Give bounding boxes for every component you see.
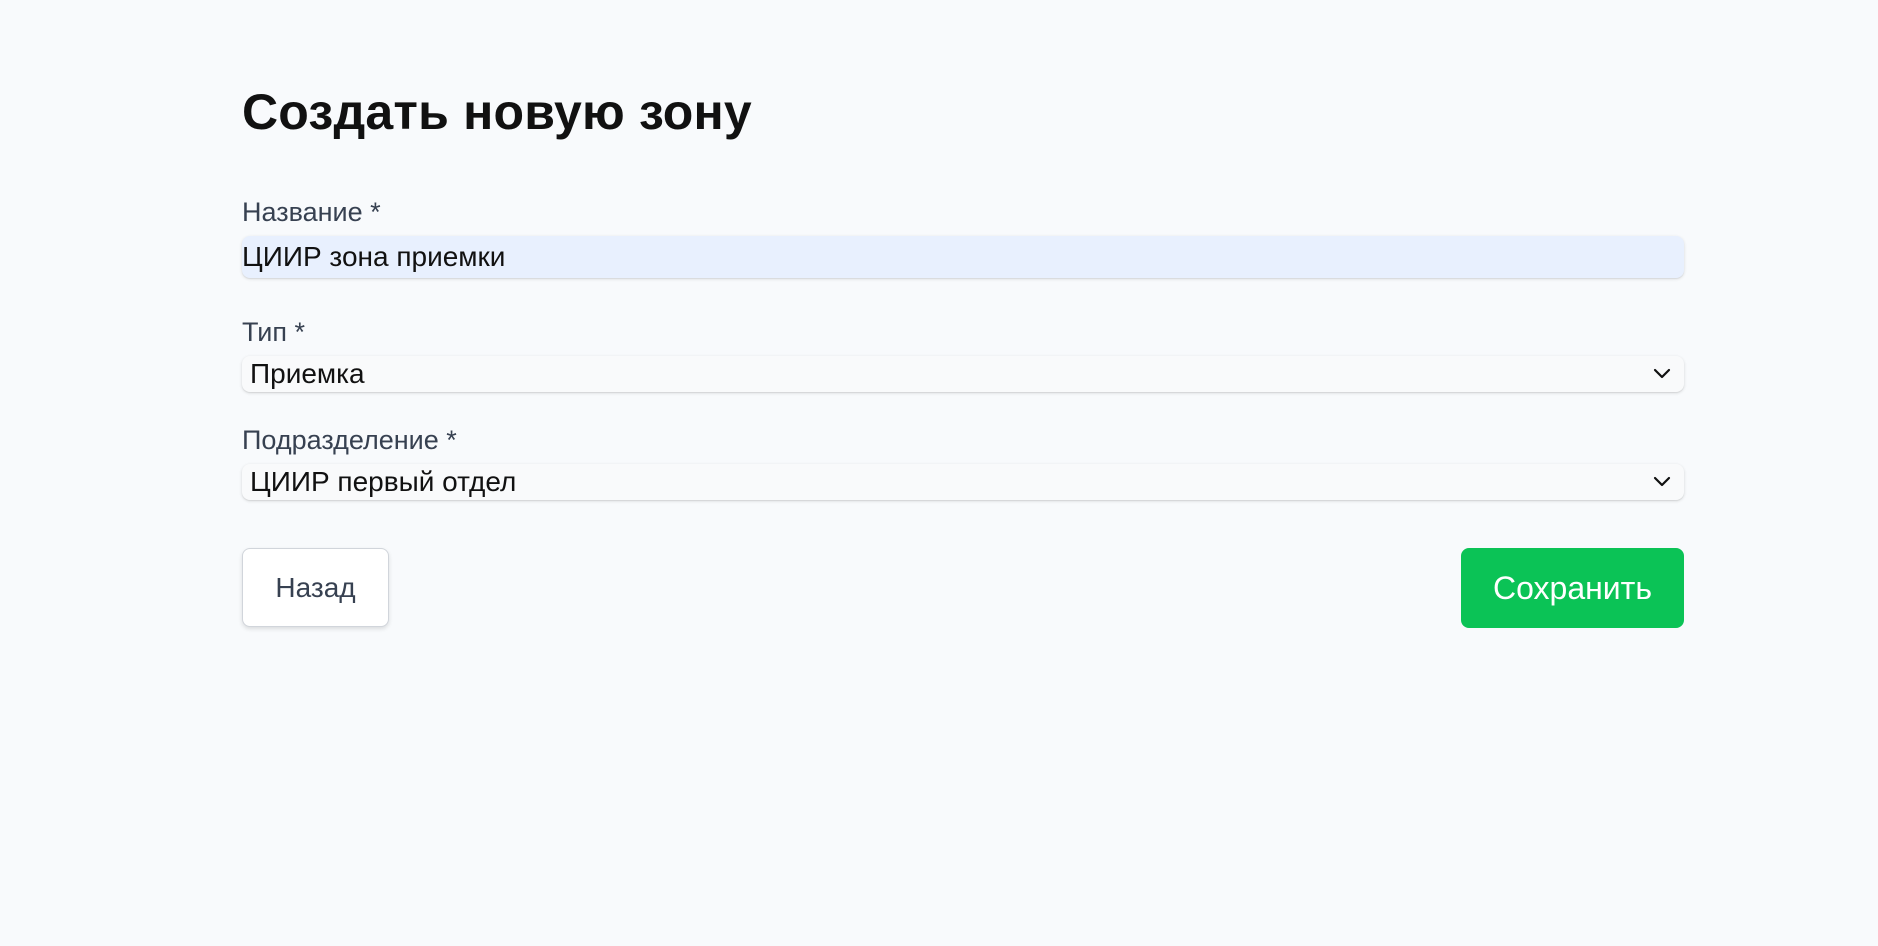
name-field-group: Название *	[242, 196, 1684, 278]
page-title: Создать новую зону	[242, 84, 752, 140]
chevron-down-icon	[1653, 476, 1671, 487]
type-field-group: Тип * Приемка	[242, 316, 1684, 392]
name-input[interactable]	[242, 236, 1684, 278]
department-label: Подразделение *	[242, 425, 457, 455]
department-field-group: Подразделение * ЦИИР первый отдел	[242, 424, 1684, 500]
save-button[interactable]: Сохранить	[1461, 548, 1684, 628]
form-actions: Назад Сохранить	[242, 548, 1684, 628]
name-label: Название *	[242, 197, 381, 227]
department-select[interactable]: ЦИИР первый отдел	[242, 464, 1684, 500]
department-select-value: ЦИИР первый отдел	[250, 466, 517, 497]
type-label: Тип *	[242, 317, 306, 347]
back-button[interactable]: Назад	[242, 548, 389, 627]
chevron-down-icon	[1653, 368, 1671, 379]
create-zone-form: Создать новую зону Название * Тип * Прие…	[242, 82, 1684, 628]
page: Создать новую зону Название * Тип * Прие…	[0, 0, 1878, 946]
type-select[interactable]: Приемка	[242, 356, 1684, 392]
type-select-value: Приемка	[250, 358, 365, 389]
